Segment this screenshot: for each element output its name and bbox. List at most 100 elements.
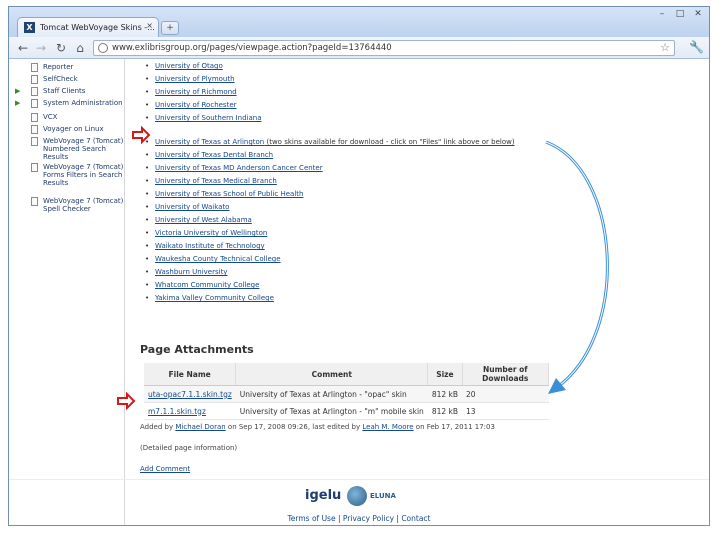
university-name: University of Rochester xyxy=(155,101,237,109)
added-by-prefix: Added by xyxy=(140,423,174,431)
page-footer: igelu ELUNA Terms of Use | Privacy Polic… xyxy=(9,479,709,525)
home-icon[interactable]: ⌂ xyxy=(72,40,88,56)
university-link[interactable]: • University of Texas School of Public He… xyxy=(145,190,304,198)
sidebar-item-label: Reporter xyxy=(43,63,74,71)
bullet-icon: • xyxy=(145,281,150,289)
university-link[interactable]: • University of Rochester xyxy=(145,101,237,109)
university-link[interactable]: • University of Plymouth xyxy=(145,75,235,83)
university-name: University of Plymouth xyxy=(155,75,235,83)
page-icon xyxy=(31,75,38,84)
file-link[interactable]: uta-opac7.1.1.skin.tgz xyxy=(148,390,232,399)
university-link[interactable]: • Whatcom Community College xyxy=(145,281,259,289)
sidebar-item-label: Voyager on Linux xyxy=(43,125,104,133)
forward-arrow-icon[interactable]: → xyxy=(33,40,49,56)
add-comment-link[interactable]: Add Comment xyxy=(140,465,190,473)
university-link[interactable]: • University of Texas Dental Branch xyxy=(145,151,274,159)
university-name: Waukesha County Technical College xyxy=(155,255,281,263)
browser-window: X Tomcat WebVoyage Skins -... × + – □ ✕ … xyxy=(8,6,710,526)
bullet-icon: • xyxy=(145,268,150,276)
university-link[interactable]: • University of Texas MD Anderson Cancer … xyxy=(145,164,323,172)
university-link[interactable]: • University of Otago xyxy=(145,62,223,70)
page-icon xyxy=(31,125,38,134)
wrench-menu-icon[interactable]: 🔧 xyxy=(689,40,704,54)
file-name-cell[interactable]: uta-opac7.1.1.skin.tgz xyxy=(144,385,236,403)
bullet-icon: • xyxy=(145,101,150,109)
university-name: University of Texas Medical Branch xyxy=(155,177,277,185)
university-link[interactable]: • University of Southern Indiana xyxy=(145,114,261,122)
column-header[interactable]: Comment xyxy=(235,363,429,386)
page-icon xyxy=(31,63,38,72)
bullet-icon: • xyxy=(145,114,150,122)
back-arrow-icon[interactable]: ← xyxy=(15,40,31,56)
detailed-info-link[interactable]: (Detailed page information) xyxy=(140,444,237,452)
tab-close-icon[interactable]: × xyxy=(146,21,153,30)
sidebar-item-label: System Administration xyxy=(43,99,123,107)
column-header[interactable]: Size xyxy=(427,363,463,386)
author-link[interactable]: Michael Doran xyxy=(175,423,225,431)
reload-icon[interactable]: ↻ xyxy=(53,40,69,56)
university-link[interactable]: • University of Richmond xyxy=(145,88,237,96)
university-link[interactable]: • University of Texas Medical Branch xyxy=(145,177,277,185)
expand-arrow-icon[interactable]: ▶ xyxy=(15,87,20,95)
university-link[interactable]: • University of Waikato xyxy=(145,203,229,211)
bullet-icon: • xyxy=(145,151,150,159)
university-name: Victoria University of Wellington xyxy=(155,229,268,237)
added-by-middle: on Sep 17, 2008 09:26, last edited by xyxy=(227,423,361,431)
bullet-icon: • xyxy=(145,255,150,263)
university-name: Waikato Institute of Technology xyxy=(155,242,265,250)
expand-arrow-icon[interactable]: ▶ xyxy=(15,99,20,107)
bullet-icon: • xyxy=(145,242,150,250)
address-bar[interactable]: www.exlibrisgroup.org/pages/viewpage.act… xyxy=(93,40,675,56)
arlington-note: (two skins available for download - clic… xyxy=(266,138,515,146)
university-link[interactable]: • University of West Alabama xyxy=(145,216,252,224)
university-name: University of Richmond xyxy=(155,88,237,96)
bullet-icon: • xyxy=(145,216,150,224)
sidebar-item-label: VCX xyxy=(43,113,58,121)
page-icon xyxy=(31,99,38,108)
minimize-button[interactable]: – xyxy=(653,7,671,21)
sidebar-item-label: Staff Clients xyxy=(43,87,86,95)
detailed-info-text: (Detailed page information) xyxy=(140,444,238,452)
sidebar-item-label: WebVoyage 7 (Tomcat) Numbered Search Res… xyxy=(43,137,124,161)
footer-separator: | xyxy=(335,514,343,523)
page-content: • University of Otago • University of Plym… xyxy=(131,59,707,525)
university-name: University of Texas School of Public Hea… xyxy=(155,190,304,198)
privacy-link[interactable]: Privacy Policy xyxy=(343,514,394,523)
attachments-table: File Name Comment Size Number of Downloa… xyxy=(144,363,550,420)
university-link-arlington[interactable]: • University of Texas at Arlington (two s… xyxy=(145,138,515,146)
bullet-icon: • xyxy=(145,88,150,96)
page-viewport[interactable]: Reporter SelfCheck ▶ Staff Clients ▶ Sys… xyxy=(9,59,709,525)
column-header[interactable]: Number of Downloads xyxy=(462,363,550,386)
university-name: University of Texas at Arlington xyxy=(155,138,265,146)
browser-tab[interactable]: X Tomcat WebVoyage Skins -... × xyxy=(17,17,159,37)
maximize-button[interactable]: □ xyxy=(671,7,689,21)
university-link[interactable]: • Yakima Valley Community College xyxy=(145,294,274,302)
file-link[interactable]: m7.1.1.skin.tgz xyxy=(148,407,206,416)
size-cell: 812 kB xyxy=(427,385,463,403)
sidebar-item-label: SelfCheck xyxy=(43,75,78,83)
close-window-button[interactable]: ✕ xyxy=(689,7,707,21)
page-icon xyxy=(31,137,38,146)
page-icon xyxy=(31,197,38,206)
contact-link[interactable]: Contact xyxy=(401,514,430,523)
bullet-icon: • xyxy=(145,294,150,302)
university-link[interactable]: • Waukesha County Technical College xyxy=(145,255,281,263)
comment-cell: University of Texas at Arlington - "m" m… xyxy=(235,402,428,420)
university-link[interactable]: • Victoria University of Wellington xyxy=(145,229,268,237)
editor-link[interactable]: Leah M. Moore xyxy=(362,423,413,431)
university-name: University of Texas Dental Branch xyxy=(155,151,274,159)
add-comment-text[interactable]: Add Comment xyxy=(140,465,190,473)
university-link[interactable]: • Washburn University xyxy=(145,268,228,276)
terms-link[interactable]: Terms of Use xyxy=(287,514,335,523)
browser-toolbar: ← → ↻ ⌂ www.exlibrisgroup.org/pages/view… xyxy=(9,37,709,59)
file-name-cell[interactable]: m7.1.1.skin.tgz xyxy=(144,402,236,420)
column-header[interactable]: File Name xyxy=(144,363,237,386)
university-name: Washburn University xyxy=(155,268,228,276)
bookmark-star-icon[interactable]: ☆ xyxy=(660,41,670,54)
bullet-icon: • xyxy=(145,164,150,172)
new-tab-button[interactable]: + xyxy=(161,21,179,35)
size-cell: 812 kB xyxy=(427,402,463,420)
university-link[interactable]: • Waikato Institute of Technology xyxy=(145,242,265,250)
page-edit-info: Added by Michael Doran on Sep 17, 2008 0… xyxy=(140,423,495,431)
university-name: University of West Alabama xyxy=(155,216,252,224)
